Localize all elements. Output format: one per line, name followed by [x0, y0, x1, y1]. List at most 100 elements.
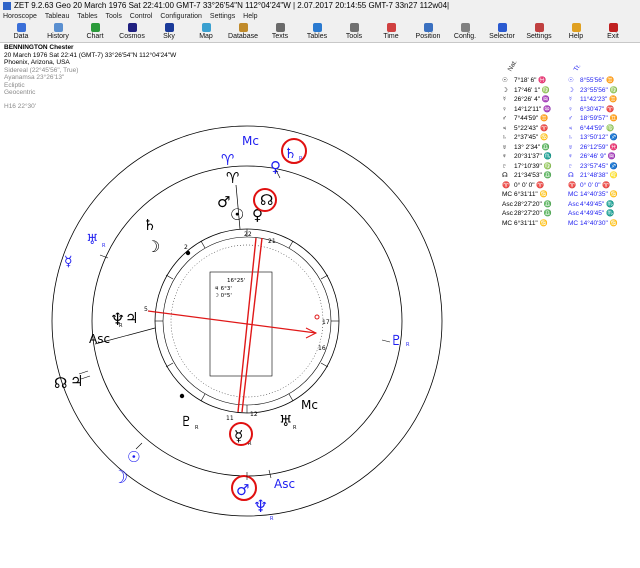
- house-numbers: 2 22 21 5 17 16 11 12: [144, 231, 330, 422]
- aspect-ring: [170, 244, 324, 398]
- transit-mars-glyph: ♂: [236, 481, 249, 499]
- positions-header: Nat. Tr.: [500, 59, 640, 76]
- natal-mercury-glyph: ☿: [234, 427, 243, 445]
- transit-sun-glyph: ☉: [127, 448, 140, 466]
- toolbar-label: Cosmos: [119, 33, 145, 40]
- toolbar-label: Chart: [86, 33, 104, 40]
- transit-value: 18°59'57" ♊: [580, 115, 618, 122]
- toolbar-time-button[interactable]: Time: [374, 22, 408, 42]
- toolbar-label: Tables: [306, 33, 328, 40]
- toolbar-sky-button[interactable]: Sky: [152, 22, 186, 42]
- natal-glyph: Asc: [502, 210, 513, 217]
- toolbar-label: Tools: [345, 33, 363, 40]
- natal-sun-glyph: ☉: [230, 205, 244, 224]
- chart-info: BENNINGTON Chester 20 March 1976 Sat 22:…: [4, 44, 176, 110]
- toolbar-settings-button[interactable]: Settings: [522, 22, 556, 42]
- toolbar-tools-button[interactable]: Tools: [337, 22, 371, 42]
- highlight-natal-node: [253, 188, 277, 212]
- natal-node-glyph: ☊: [54, 374, 67, 392]
- natal-value: 26°26' 4" ♒: [514, 96, 550, 103]
- natal-mc-label: Mc: [301, 398, 318, 412]
- position-row: ♃ 5°22'43" ♈ ♃ 6°44'59" ♍: [500, 124, 640, 134]
- toolbar-label: Exit: [607, 33, 619, 40]
- natal-glyph: ♆: [502, 153, 507, 160]
- natal-glyph: ♀: [502, 105, 507, 113]
- tools-icon: [349, 23, 359, 32]
- transit-glyph: Asc: [568, 210, 579, 217]
- menu-tools[interactable]: Tools: [105, 13, 121, 20]
- tables-icon: [312, 23, 322, 32]
- menu-tableau[interactable]: Tableau: [45, 13, 70, 20]
- house-21: 21: [268, 238, 276, 245]
- toolbar-database-button[interactable]: Database: [226, 22, 260, 42]
- natal-value: 6°31'11" ♋: [514, 219, 548, 227]
- aspect-arrow: [305, 327, 318, 339]
- position-row: ♇ 17°10'39" ♍ ♇ 23°57'45" ♐: [500, 162, 640, 172]
- toolbar-help-button[interactable]: Help: [559, 22, 593, 42]
- app-icon: [3, 2, 11, 10]
- toolbar-position-button[interactable]: Position: [411, 22, 445, 42]
- menu-horoscope[interactable]: Horoscope: [3, 13, 37, 20]
- toolbar-texts-button[interactable]: Texts: [263, 22, 297, 42]
- toolbar-map-button[interactable]: Map: [189, 22, 223, 42]
- retro-transit-neptune: R: [270, 516, 274, 522]
- toolbar-exit-button[interactable]: Exit: [596, 22, 630, 42]
- transit-saturn-glyph: ♄: [284, 146, 297, 162]
- planet-dot-1: [185, 250, 191, 256]
- transit-ticks: [78, 169, 391, 480]
- natal-header: Nat.: [506, 58, 519, 73]
- help-icon: [571, 23, 581, 32]
- transit-value: 6°44'59" ♍: [580, 124, 615, 132]
- transit-ring: [91, 165, 403, 477]
- natal-value: 2°37'45" ♋: [514, 134, 549, 141]
- toolbar-tables-button[interactable]: Tables: [300, 22, 334, 42]
- menu-tables[interactable]: Tables: [77, 13, 97, 20]
- natal-saturn-glyph: ♄: [143, 216, 156, 234]
- natal-glyph: ♈: [502, 181, 511, 189]
- position-row: Asc 28°27'20" ♎ Asc 4°49'45" ♏: [500, 200, 640, 210]
- transit-value: 4°49'45" ♏: [580, 200, 615, 208]
- natal-value: 7°18' 6" ♓: [514, 77, 547, 84]
- transit-glyph: ☊: [568, 172, 574, 179]
- toolbar-label: Selector: [489, 33, 515, 40]
- retrograde-markers: R R R R R R R R: [102, 156, 410, 522]
- house-17: 17: [322, 319, 330, 326]
- transit-glyph: ♃: [568, 124, 573, 132]
- mc-axis: [235, 184, 241, 230]
- aspect-line-vertical-b: [241, 237, 263, 413]
- toolbar-selector-button[interactable]: Selector: [485, 22, 519, 42]
- natal-value: 7°44'59" ♊: [514, 115, 549, 122]
- toolbar-label: Map: [199, 33, 213, 40]
- toolbar-data-button[interactable]: Data: [4, 22, 38, 42]
- toolbar-label: Time: [383, 33, 399, 40]
- position-row: ♂ 7°44'59" ♊ ♂ 18°59'57" ♊: [500, 114, 640, 124]
- transit-glyph: MC: [568, 191, 579, 198]
- toolbar-cosmos-button[interactable]: Cosmos: [115, 22, 149, 42]
- aspect-line-vertical-a: [237, 237, 257, 413]
- menu-settings[interactable]: Settings: [210, 13, 235, 20]
- texts-icon: [275, 23, 285, 32]
- toolbar-history-button[interactable]: History: [41, 22, 75, 42]
- transit-value: 6°30'47" ♈: [580, 105, 615, 113]
- transit-glyph: ♈: [568, 181, 577, 189]
- natal-glyph: ♃: [502, 124, 507, 132]
- menu-help[interactable]: Help: [243, 13, 257, 20]
- highlight-natal-mercury: [229, 422, 253, 446]
- toolbar-label: Position: [415, 33, 441, 40]
- toolbar: Data History Chart Cosmos Sky Map Database Text…: [0, 22, 640, 43]
- toolbar-chart-button[interactable]: Chart: [78, 22, 112, 42]
- menu-configuration[interactable]: Configuration: [160, 13, 202, 20]
- transit-value: 23°55'56" ♍: [580, 86, 618, 94]
- transit-value: 21°48'38" ♌: [580, 172, 618, 179]
- house-cusps: [155, 229, 339, 413]
- natal-glyph: Asc: [502, 200, 513, 208]
- planet-dot-2: [179, 393, 185, 399]
- position-row: MC 6°31'11" ♋ MC 14°40'35" ♋: [500, 190, 640, 200]
- transit-value: 13°50'12" ♐: [580, 134, 618, 141]
- toolbar-config-button[interactable]: Config.: [448, 22, 482, 42]
- retro-natal-mercury: R: [248, 441, 252, 447]
- position-row: ♆ 20°31'37" ♏ ♆ 26°46' 9" ♒: [500, 152, 640, 162]
- house-16: 16: [318, 345, 326, 352]
- menu-control[interactable]: Control: [130, 13, 153, 20]
- transit-value: 14°40'30" ♋: [580, 219, 618, 227]
